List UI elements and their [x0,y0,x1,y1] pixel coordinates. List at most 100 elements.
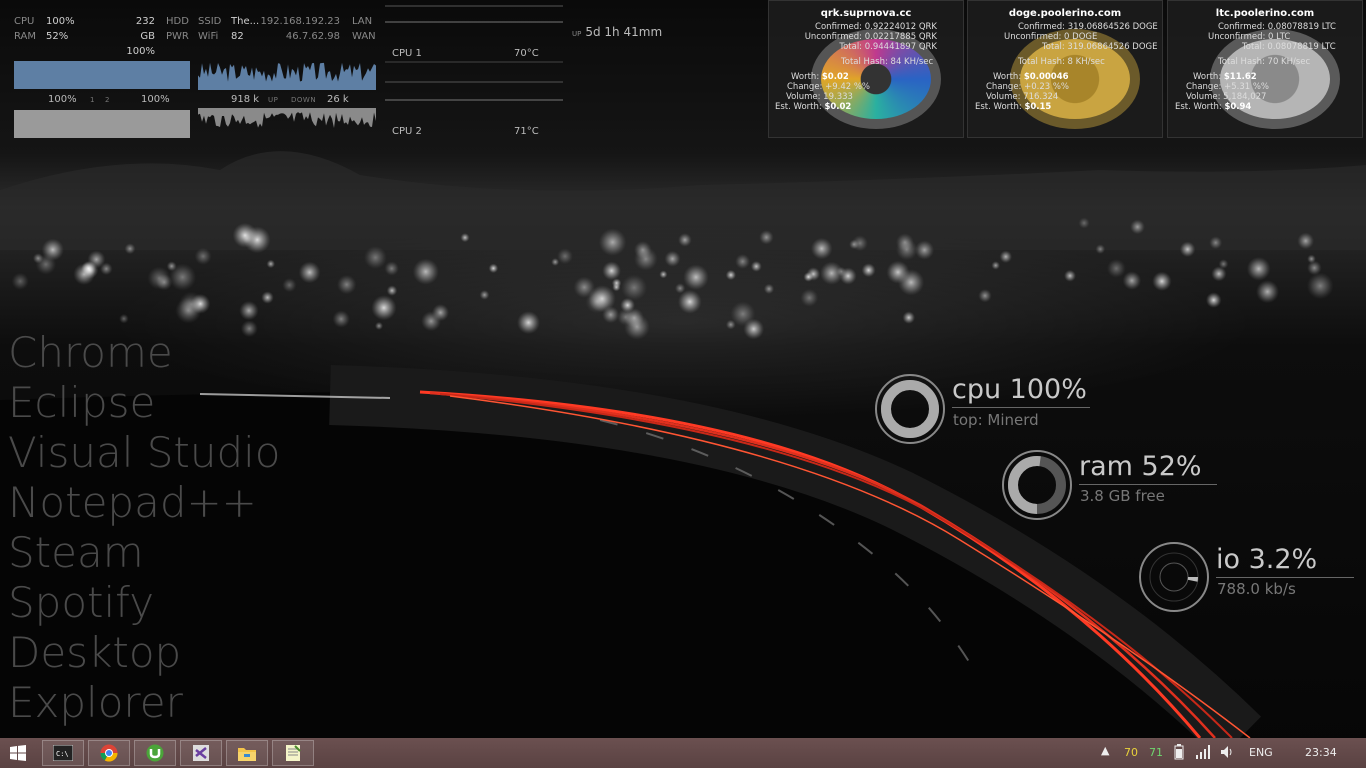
unconfirmed: Unconfirmed: 0.02217885 QRK [804,32,937,42]
launcher-desktop[interactable]: Desktop [8,628,281,678]
worth: Worth: $0.00046 [993,72,1069,82]
cpu1-label: CPU 1 [392,48,422,59]
battery-icon[interactable] [1172,744,1186,763]
core-a-label: 1 [90,96,95,104]
network-down-graph [198,108,376,128]
coin-panel-doge: doge.poolerino.com Confirmed: 319.068645… [967,0,1163,138]
explorer-icon [238,748,256,761]
coin-panel-qrk: qrk.suprnova.cc Confirmed: 0.92224012 QR… [768,0,964,138]
uptime-value: 5d 1h 41mm [585,25,663,39]
start-icon[interactable] [10,745,26,765]
io-ring-title: io 3.2% [1216,544,1318,575]
launcher-notepad-plus-plus[interactable]: Notepad++ [8,478,281,528]
hash-rate: Total Hash: 70 KH/sec [1218,57,1311,67]
download-value: 26 k [327,94,349,105]
hash-rate: Total Hash: 84 KH/sec [841,57,934,67]
tray-temp2[interactable]: 71 [1149,746,1163,759]
volume: Volume: 716.324 [986,92,1059,102]
chrome-icon [100,744,118,762]
change: Change: +0.23 %% [986,82,1070,92]
signal-icon[interactable] [1196,745,1212,762]
est-worth: Est. Worth: $0.02 [775,102,852,112]
cpu2-value: 71°C [514,126,539,137]
worth: Worth: $11.62 [1193,72,1257,82]
notepad-icon [286,745,301,761]
app-launcher: Chrome Eclipse Visual Studio Notepad++ S… [8,328,281,728]
taskbar-notepad[interactable] [272,740,314,766]
est-worth: Est. Worth: $0.94 [1175,102,1252,112]
launcher-spotify[interactable]: Spotify [8,578,281,628]
coin-panel-ltc: ltc.poolerino.com Confirmed: 0.08078819 … [1167,0,1363,138]
confirmed: Confirmed: 0.08078819 LTC [1218,22,1336,32]
cpu1-temp: CPU 1 70°C [392,48,539,59]
unconfirmed: Unconfirmed: 0 LTC [1208,32,1291,42]
cpu-ring-subtitle: top: Minerd [953,411,1039,429]
hash-rate: Total Hash: 8 KH/sec [1018,57,1105,67]
ram-ring-divider [1079,484,1217,485]
coin-name: ltc.poolerino.com [1215,8,1315,19]
taskbar: C:\ ▲ 70 71 ENG 23:34 [0,738,1366,768]
taskbar-chrome[interactable] [88,740,130,766]
lan-label: LAN [352,16,373,27]
power-value: 100% [126,46,155,57]
launcher-chrome[interactable]: Chrome [8,328,281,378]
total: Total: 0.08078819 LTC [1242,42,1336,52]
clock[interactable]: 23:34 [1305,746,1337,759]
download-label: DOWN [291,96,317,104]
cpu2-temp: CPU 2 71°C [392,126,539,137]
ram-value: 52% [46,31,69,42]
tray-temp1[interactable]: 70 [1124,746,1138,759]
power-label: PWR [166,31,189,42]
visual-studio-icon [193,745,209,761]
hdd-label: HDD [166,16,189,27]
temp-graphs [385,5,563,101]
ram-ring-title: ram 52% [1079,451,1202,482]
volume-icon[interactable] [1220,744,1236,763]
launcher-steam[interactable]: Steam [8,528,281,578]
uptime-label: UP [572,30,582,38]
est-worth: Est. Worth: $0.15 [975,102,1052,112]
ssid-value: The... [231,16,260,27]
coin-name: doge.poolerino.com [1008,8,1122,19]
svg-text:C:\: C:\ [56,750,69,758]
unconfirmed: Unconfirmed: 0 DOGE [1004,32,1098,42]
wifi-value: 82 [231,31,244,42]
taskbar-cmd[interactable]: C:\ [42,740,84,766]
wifi-label: WiFi [198,31,219,42]
wan-label: WAN [352,31,376,42]
core2-percent: 100% [141,94,170,105]
total: Total: 0.94441897 QRK [839,42,937,52]
upload-label: UP [268,96,279,104]
launcher-explorer[interactable]: Explorer [8,678,281,728]
cpu-label: CPU [14,16,35,27]
ram-bar [14,110,190,138]
cmd-icon: C:\ [53,745,73,761]
launcher-eclipse[interactable]: Eclipse [8,378,281,428]
io-ring-subtitle: 788.0 kb/s [1217,580,1296,598]
show-hidden-icons-icon[interactable]: ▲ [1101,744,1109,757]
cpu1-value: 70°C [514,48,539,59]
change: Change: +5.31 %% [1186,82,1270,92]
taskbar-visual-studio[interactable] [180,740,222,766]
change: Change: +9.42 %% [787,82,871,92]
confirmed: Confirmed: 0.92224012 QRK [815,22,937,32]
uptime: UP 5d 1h 41mm [572,25,662,39]
cpu-ram-labels: CPU RAM [14,14,36,44]
worth: Worth: $0.02 [791,72,849,82]
taskbar-utorrent[interactable] [134,740,176,766]
io-ring-gauge [1139,542,1209,612]
coin-name: qrk.suprnova.cc [820,8,912,19]
cpu-ring-gauge [875,374,945,444]
cpu-core-bar [14,61,190,89]
wan-ip: 46.7.62.98 [285,31,340,42]
ram-label: RAM [14,31,37,42]
core-b-label: 2 [105,96,110,104]
taskbar-explorer[interactable] [226,740,268,766]
cpu-value: 100% [46,16,75,27]
launcher-visual-studio[interactable]: Visual Studio [8,428,281,478]
io-ring-divider [1216,577,1354,578]
network-up-graph [198,62,376,90]
volume: Volume: 19.333 [786,92,853,102]
total: Total: 319.06864526 DOGE [1042,42,1158,52]
language-indicator[interactable]: ENG [1249,746,1273,759]
